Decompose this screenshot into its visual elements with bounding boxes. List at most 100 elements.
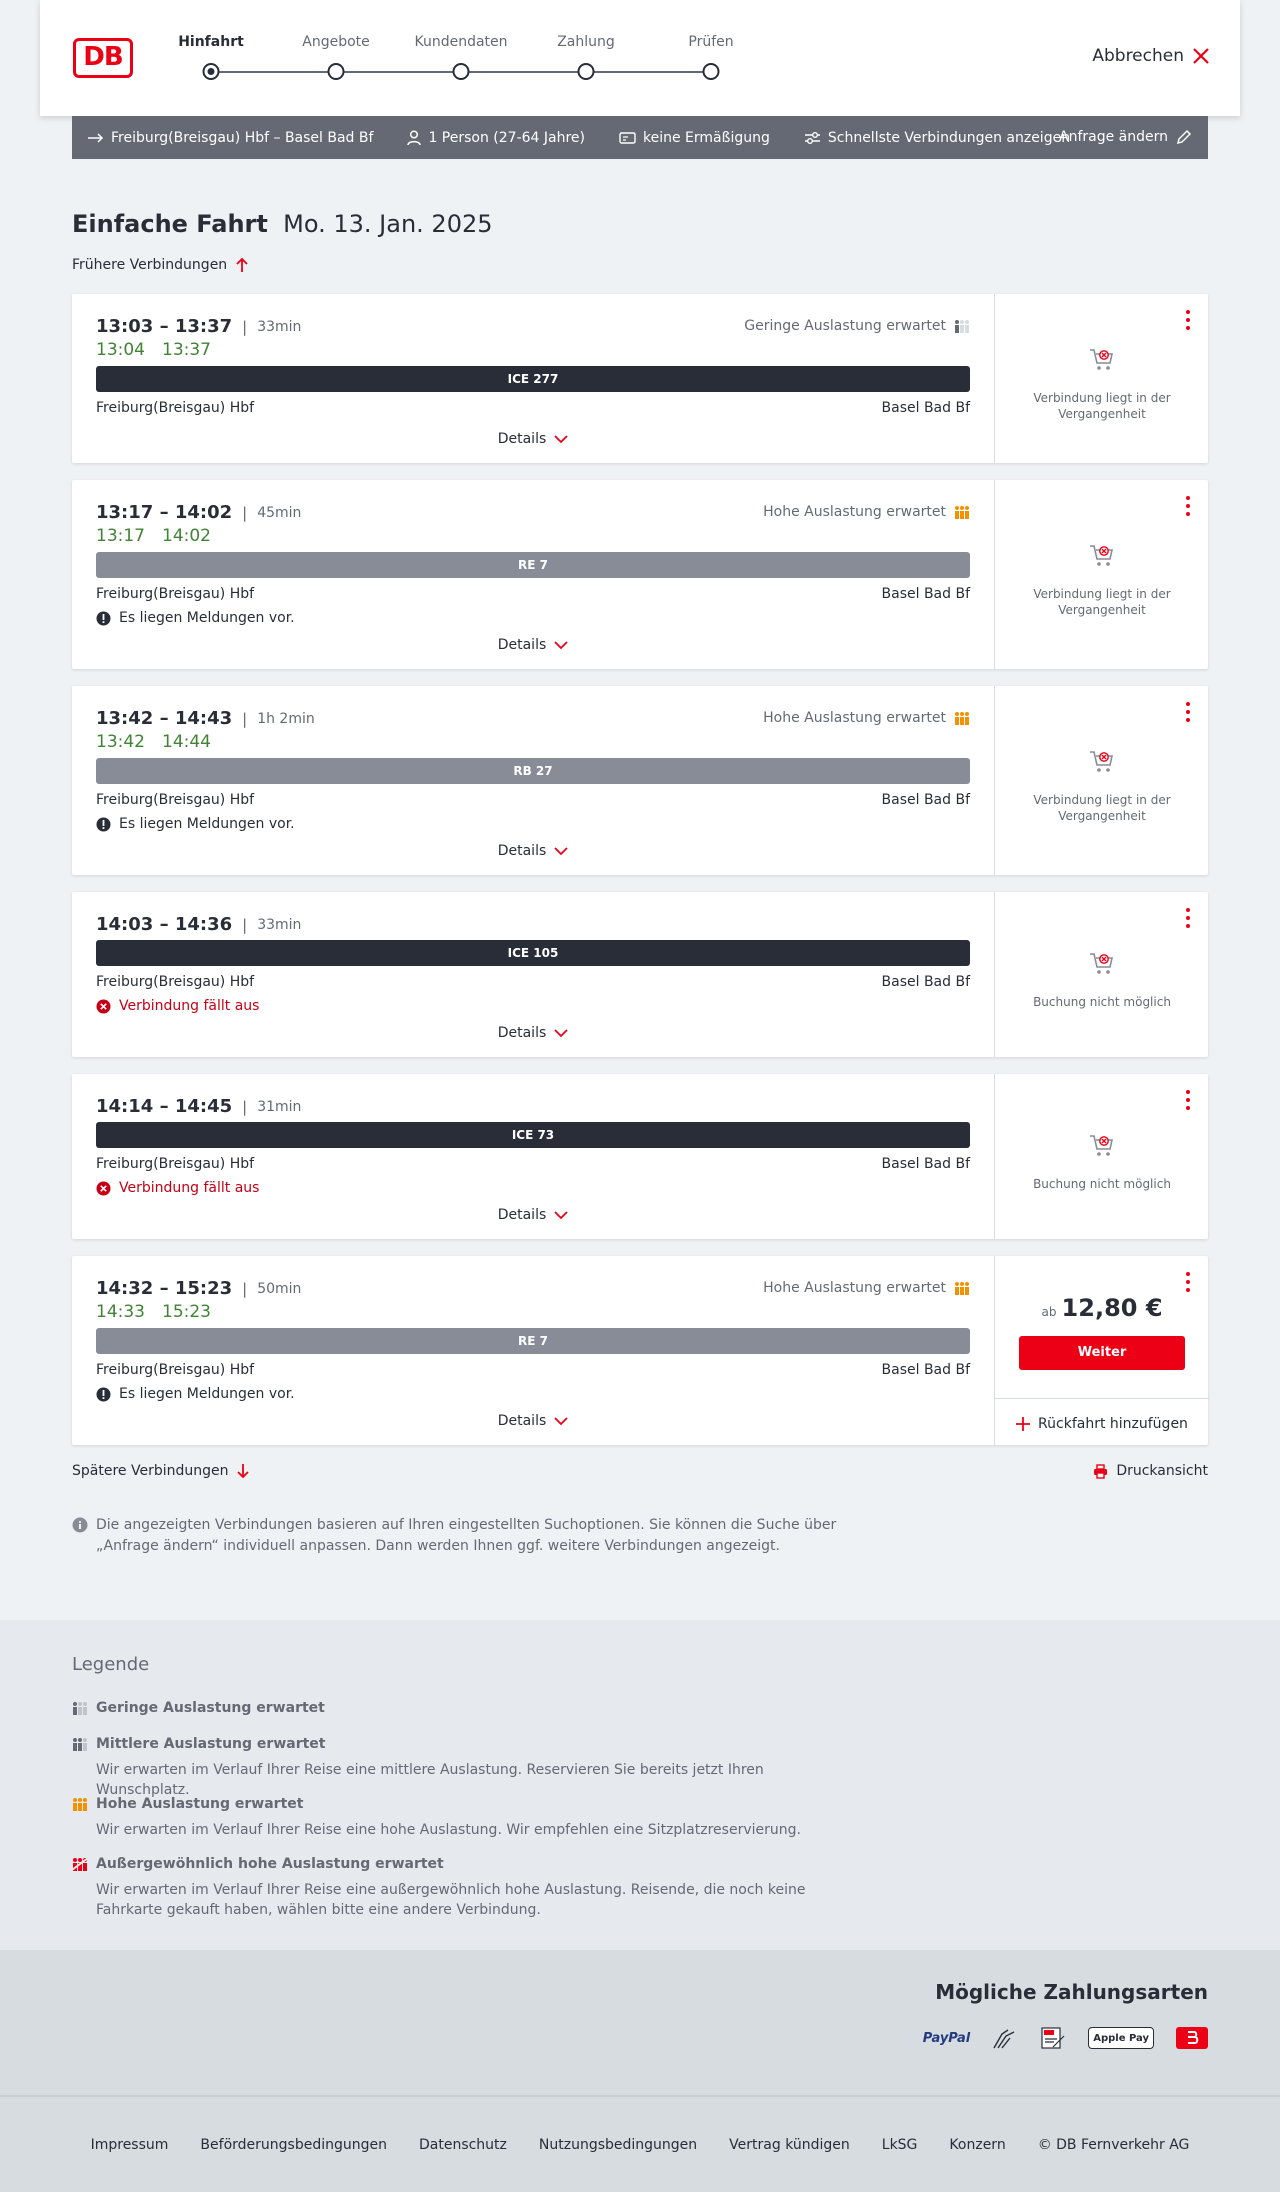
planned-times: 14:14 – 14:45	[96, 1096, 233, 1117]
query-route[interactable]: Freiburg(Breisgau) Hbf – Basel Bad Bf	[88, 130, 373, 146]
train-bar[interactable]: ICE 277	[96, 366, 970, 392]
occupancy-high-icon	[955, 712, 969, 725]
change-query-button[interactable]: Anfrage ändern	[1059, 129, 1192, 145]
occupancy: Hohe Auslastung erwartet	[763, 504, 970, 520]
details-toggle[interactable]: Details	[72, 637, 994, 653]
occupancy-label: Hohe Auslastung erwartet	[763, 504, 946, 520]
add-return-button[interactable]: Rückfahrt hinzufügen	[995, 1398, 1209, 1448]
message-text: Es liegen Meldungen vor.	[119, 610, 295, 626]
details-toggle[interactable]: Details	[72, 1413, 994, 1429]
more-options-icon[interactable]	[1184, 1272, 1192, 1292]
arrow-down-icon	[237, 1464, 250, 1479]
duration: 31min	[257, 1098, 302, 1115]
alert-icon	[96, 1387, 111, 1401]
train-bar[interactable]: RE 7	[96, 552, 970, 578]
db-payment-icon	[1176, 2027, 1208, 2049]
step-angebote: Angebote	[302, 34, 370, 50]
details-toggle[interactable]: Details	[72, 1207, 994, 1223]
booking-status: Buchung nicht möglich	[1033, 1177, 1171, 1191]
legend-section: Legende Geringe Auslastung erwartet Mitt…	[0, 1620, 1280, 1950]
more-options-icon[interactable]	[1184, 702, 1192, 722]
step-dot	[577, 63, 595, 80]
footer-link-impressum[interactable]: Impressum	[91, 2137, 169, 2153]
duration: 33min	[257, 916, 302, 933]
footer-link-befoerderungsbedingungen[interactable]: Beförderungsbedingungen	[200, 2137, 387, 2153]
occupancy-medium-icon	[73, 1738, 87, 1751]
later-connections-link[interactable]: Spätere Verbindungen	[72, 1463, 250, 1479]
details-toggle[interactable]: Details	[72, 1025, 994, 1041]
more-options-icon[interactable]	[1184, 908, 1192, 928]
details-label: Details	[497, 431, 547, 447]
cart-unavailable-icon	[1090, 545, 1113, 566]
planned-times: 14:32 – 15:23	[96, 1278, 233, 1299]
trip-type: Einfache Fahrt	[72, 210, 268, 238]
footer: Impressum Beförderungsbedingungen Datens…	[0, 2095, 1280, 2192]
footer-link-konzern[interactable]: Konzern	[949, 2137, 1005, 2153]
price-prefix: ab	[1041, 1305, 1057, 1319]
connection-card: 14:32 – 15:23 | 50min 14:33 15:23 Hohe Aus…	[72, 1256, 1209, 1448]
footer-copyright: © DB Fernverkehr AG	[1037, 2136, 1190, 2153]
payment-section: Mögliche Zahlungsarten PayPal Apple Pay	[0, 1950, 1280, 2095]
persons-label: 1 Person (27-64 Jahre)	[428, 129, 585, 146]
planned-times: 13:17 – 14:02	[96, 502, 233, 523]
connection-card: 13:42 – 14:43 | 1h 2min 13:42 14:44 Hohe A…	[72, 686, 1208, 875]
cancel-button[interactable]: Abbrechen	[1092, 46, 1210, 66]
footer-link-nutzungsbedingungen[interactable]: Nutzungsbedingungen	[539, 2137, 697, 2153]
query-persons[interactable]: 1 Person (27-64 Jahre)	[407, 130, 585, 146]
step-kundendaten: Kundendaten	[414, 34, 508, 50]
query-discount[interactable]: keine Ermäßigung	[619, 130, 770, 146]
query-bar: Freiburg(Breisgau) Hbf – Basel Bad Bf 1 …	[72, 116, 1208, 159]
train-bar[interactable]: ICE 73	[96, 1122, 970, 1148]
to-station: Basel Bad Bf	[881, 1362, 970, 1378]
train-bar[interactable]: RE 7	[96, 1328, 970, 1354]
query-fastest[interactable]: Schnellste Verbindungen anzeigen	[804, 130, 1070, 146]
print-label: Druckansicht	[1116, 1463, 1208, 1479]
planned-times: 13:03 – 13:37	[96, 316, 233, 337]
details-label: Details	[497, 1413, 547, 1429]
earlier-label: Frühere Verbindungen	[72, 257, 228, 273]
booking-status: Verbindung liegt in der Vergangenheit	[1033, 391, 1171, 421]
occupancy: Geringe Auslastung erwartet	[744, 318, 970, 334]
footer-link-vertrag-kuendigen[interactable]: Vertrag kündigen	[729, 2137, 850, 2153]
realtime-arrival: 15:23	[162, 1302, 211, 1322]
booking-status: Verbindung liegt in der Vergangenheit	[1033, 587, 1171, 617]
print-view-link[interactable]: Druckansicht	[1093, 1463, 1208, 1479]
from-station: Freiburg(Breisgau) Hbf	[96, 586, 255, 602]
discount-label: keine Ermäßigung	[643, 129, 770, 146]
planned-times: 13:42 – 14:43	[96, 708, 233, 729]
footer-link-datenschutz[interactable]: Datenschutz	[419, 2137, 507, 2153]
planned-times: 14:03 – 14:36	[96, 914, 233, 935]
connection-card: 14:14 – 14:45 | 31min ICE 73 Freiburg(Brei…	[72, 1074, 1208, 1239]
more-options-icon[interactable]	[1184, 310, 1192, 330]
legend-item: Geringe Auslastung erwartet	[72, 1700, 325, 1716]
card-payment-icon	[993, 2029, 1015, 2049]
realtime-arrival: 14:02	[162, 526, 211, 546]
paypal-icon: PayPal	[922, 2030, 971, 2046]
message-notice: Es liegen Meldungen vor.	[96, 610, 295, 626]
occupancy-high-icon	[73, 1798, 87, 1811]
details-toggle[interactable]: Details	[72, 843, 994, 859]
occupancy-label: Hohe Auslastung erwartet	[763, 1280, 946, 1296]
db-logo[interactable]: DB	[73, 38, 133, 78]
cancellation-notice: Verbindung fällt aus	[96, 998, 259, 1014]
details-label: Details	[497, 1025, 547, 1041]
alert-icon	[96, 817, 111, 831]
step-pruefen: Prüfen	[688, 34, 734, 50]
train-bar[interactable]: ICE 105	[96, 940, 970, 966]
chevron-down-icon	[554, 1210, 568, 1219]
earlier-connections-link[interactable]: Frühere Verbindungen	[72, 257, 249, 273]
more-options-icon[interactable]	[1184, 496, 1192, 516]
cart-unavailable-icon	[1090, 751, 1113, 772]
chevron-down-icon	[554, 434, 568, 443]
payment-title: Mögliche Zahlungsarten	[935, 1980, 1208, 2004]
details-toggle[interactable]: Details	[72, 431, 994, 447]
train-bar[interactable]: RB 27	[96, 758, 970, 784]
legend-title: Legende	[72, 1654, 150, 1675]
from-station: Freiburg(Breisgau) Hbf	[96, 1156, 255, 1172]
footer-link-lksg[interactable]: LkSG	[882, 2137, 918, 2153]
message-notice: Es liegen Meldungen vor.	[96, 816, 295, 832]
from-station: Freiburg(Breisgau) Hbf	[96, 1362, 255, 1378]
continue-button[interactable]: Weiter	[1019, 1336, 1185, 1370]
more-options-icon[interactable]	[1184, 1090, 1192, 1110]
legend-item-desc: Wir erwarten im Verlauf Ihrer Reise eine…	[96, 1762, 764, 1798]
